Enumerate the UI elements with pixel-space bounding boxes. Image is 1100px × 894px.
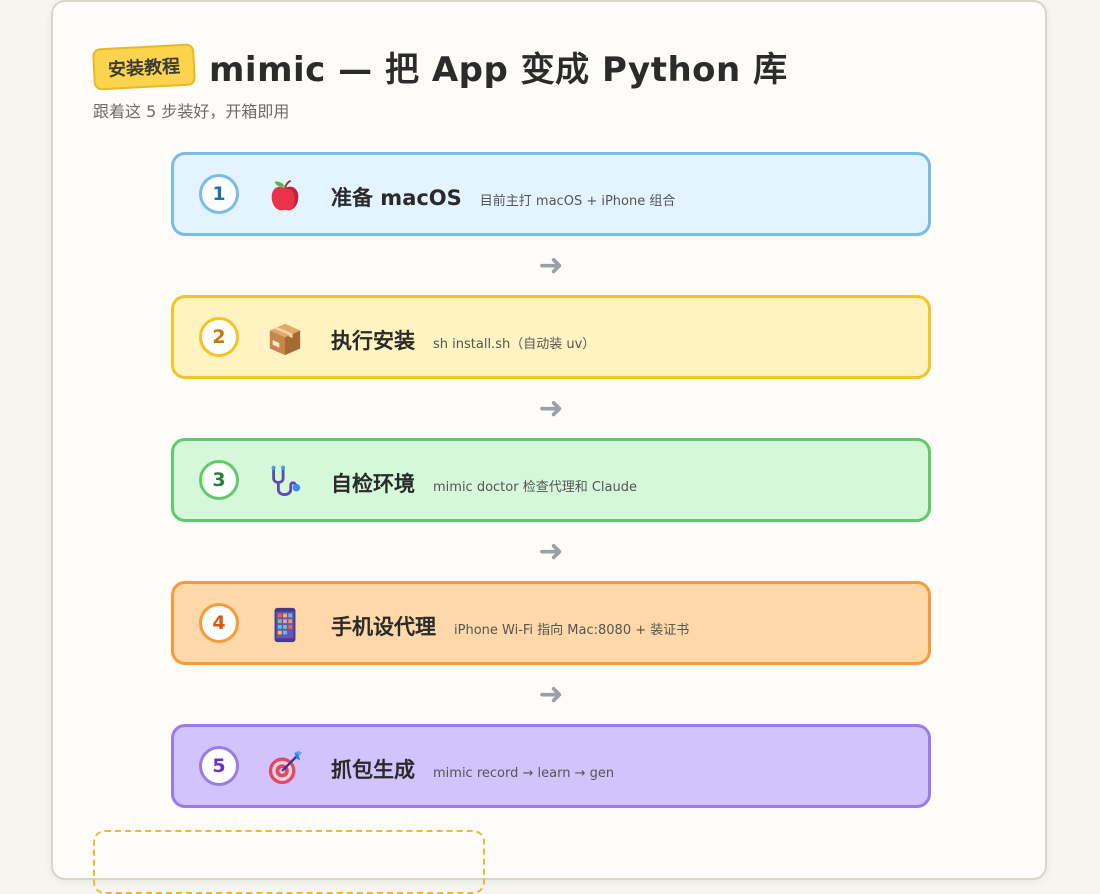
step-title: 手机设代理	[331, 615, 436, 639]
target-icon	[268, 750, 303, 785]
step-number: 2	[199, 317, 239, 357]
step-label: 自检环境 mimic doctor 检查代理和 Claude	[331, 468, 637, 498]
step-title: 执行安装	[331, 329, 415, 353]
package-icon	[269, 323, 301, 356]
page-title: mimic — 把 App 变成 Python 库	[209, 50, 788, 90]
apple-icon	[271, 179, 299, 211]
step-number: 5	[199, 746, 239, 786]
step-5: 5 抓包生成 mimic record → learn → gen	[171, 724, 931, 808]
step-label: 抓包生成 mimic record → learn → gen	[331, 754, 614, 784]
step-4: 4 手机设代理 iPhone Wi-Fi 指向 Mac:8080 + 装证书	[171, 581, 931, 665]
arrow-icon: ➜	[538, 534, 564, 569]
step-3: 3 自检环境 mimic doctor 检查代理和 Claude	[171, 438, 931, 522]
step-2: 2 执行安装 sh install.sh（自动装 uv）	[171, 295, 931, 379]
step-number: 3	[199, 460, 239, 500]
arrow-icon: ➜	[538, 248, 564, 283]
header: 安装教程 mimic — 把 App 变成 Python 库	[91, 42, 788, 91]
arrow-icon: ➜	[538, 391, 564, 426]
tutorial-badge: 安装教程	[91, 42, 197, 91]
step-desc: mimic record → learn → gen	[433, 766, 615, 781]
page-subtitle: 跟着这 5 步装好，开箱即用	[93, 102, 290, 121]
tutorial-card: 安装教程 mimic — 把 App 变成 Python 库 跟着这 5 步装好…	[51, 0, 1047, 894]
step-title: 抓包生成	[331, 758, 415, 782]
tip-box	[93, 830, 485, 894]
step-desc: sh install.sh（自动装 uv）	[433, 337, 596, 352]
step-label: 准备 macOS 目前主打 macOS + iPhone 组合	[331, 182, 675, 212]
step-number: 4	[199, 603, 239, 643]
phone-icon	[274, 607, 296, 643]
step-desc: mimic doctor 检查代理和 Claude	[433, 480, 637, 495]
step-1: 1 准备 macOS 目前主打 macOS + iPhone 组合	[171, 152, 931, 236]
step-label: 手机设代理 iPhone Wi-Fi 指向 Mac:8080 + 装证书	[331, 611, 689, 641]
step-desc: 目前主打 macOS + iPhone 组合	[479, 194, 676, 209]
steps-list: 1 准备 macOS 目前主打 macOS + iPhone 组合 ➜ 2 执行…	[171, 152, 931, 808]
step-number: 1	[199, 174, 239, 214]
arrow-icon: ➜	[538, 677, 564, 712]
stethoscope-icon	[271, 465, 301, 496]
step-title: 准备 macOS	[331, 186, 462, 210]
step-title: 自检环境	[331, 472, 415, 496]
step-label: 执行安装 sh install.sh（自动装 uv）	[331, 325, 595, 355]
step-desc: iPhone Wi-Fi 指向 Mac:8080 + 装证书	[454, 623, 690, 638]
